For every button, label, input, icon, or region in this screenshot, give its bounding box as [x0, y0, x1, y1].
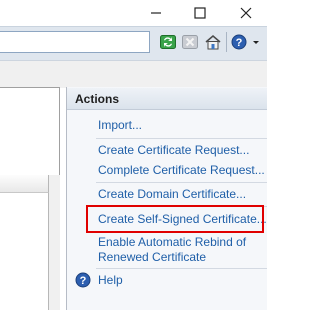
refresh-button[interactable] — [159, 33, 177, 51]
minimize-icon — [151, 12, 161, 14]
help-icon: ? — [75, 272, 91, 288]
help-link[interactable]: Help — [98, 273, 123, 287]
actions-divider — [96, 138, 267, 139]
create-certificate-request-link[interactable]: Create Certificate Request... — [98, 143, 249, 157]
address-input[interactable] — [0, 31, 150, 53]
menu-strip — [0, 60, 267, 88]
stop-icon — [182, 35, 198, 49]
toolbar-divider — [226, 32, 227, 52]
minimize-button[interactable] — [145, 4, 167, 22]
features-grid — [0, 175, 49, 310]
actions-divider — [96, 182, 267, 183]
enable-automatic-rebind-link-line2[interactable]: Renewed Certificate — [98, 250, 206, 264]
create-domain-certificate-link[interactable]: Create Domain Certificate... — [98, 187, 246, 201]
stop-button[interactable] — [181, 33, 199, 51]
enable-automatic-rebind-link[interactable]: Enable Automatic Rebind of — [98, 235, 246, 249]
maximize-button[interactable] — [189, 4, 211, 22]
highlight-box — [86, 205, 264, 233]
grid-header — [0, 175, 49, 193]
help-action-icon[interactable]: ? — [75, 272, 91, 288]
home-button[interactable] — [204, 33, 222, 51]
refresh-icon — [160, 35, 176, 49]
pane-splitter[interactable] — [49, 175, 60, 310]
svg-text:?: ? — [80, 275, 87, 287]
maximize-icon — [194, 7, 206, 19]
import-link[interactable]: Import... — [98, 118, 142, 132]
help-icon: ? — [231, 34, 259, 50]
close-button[interactable] — [235, 4, 257, 22]
complete-certificate-request-link[interactable]: Complete Certificate Request... — [98, 163, 265, 177]
close-icon — [240, 7, 252, 19]
svg-text:?: ? — [236, 37, 243, 49]
actions-divider — [96, 268, 267, 269]
home-icon — [205, 35, 221, 50]
help-menu-button[interactable]: ? — [231, 33, 261, 51]
title-bar — [0, 0, 267, 26]
actions-header: Actions — [67, 88, 267, 110]
